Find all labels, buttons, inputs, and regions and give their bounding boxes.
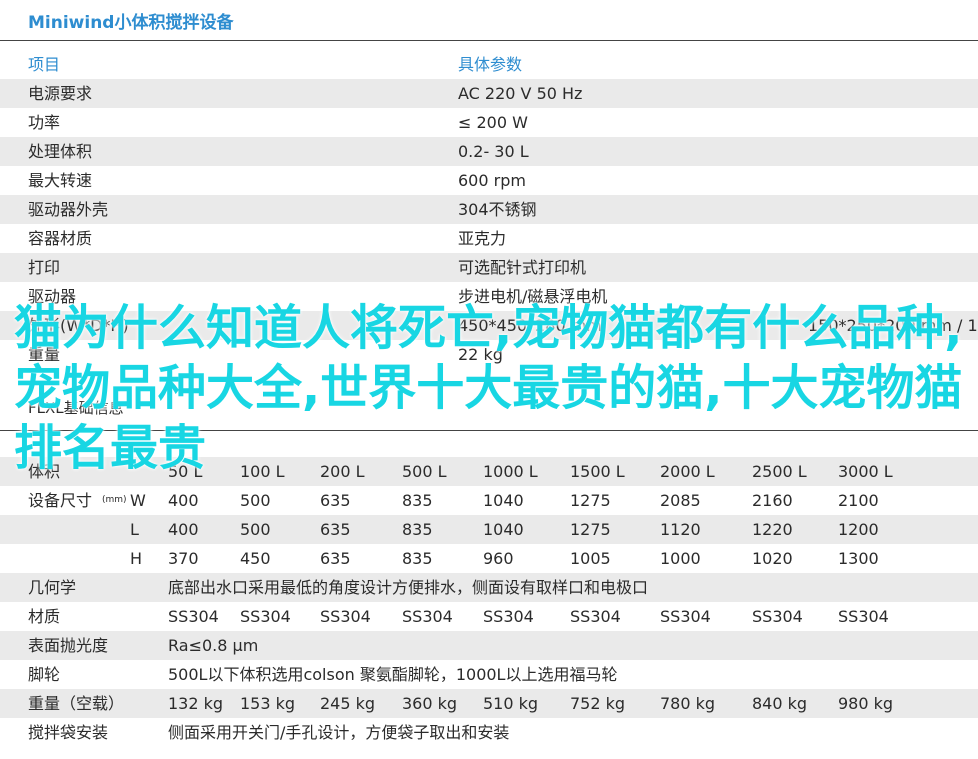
table-cell: 780 kg	[660, 694, 716, 713]
table-cell: SS304	[838, 607, 889, 626]
divider	[0, 40, 978, 41]
row-value: Ra≤0.8 µm	[168, 636, 259, 655]
table-cell: 510 kg	[483, 694, 539, 713]
row-label: 搅拌袋安装	[28, 723, 109, 742]
table-cell: SS304	[483, 607, 534, 626]
row-label: 最大转速	[28, 171, 93, 190]
table-cell: 1275	[570, 520, 611, 539]
table-header-row: 项目 具体参数	[0, 50, 978, 79]
table-cell: 400	[168, 520, 199, 539]
row-value: 600 rpm	[458, 171, 526, 190]
column-header: 项目	[28, 55, 61, 74]
row-label: 功率	[28, 113, 61, 132]
table-row: 重量（空载） 132 kg 153 kg 245 kg 360 kg 510 kg 752 …	[0, 689, 978, 718]
table-cell: 1005	[570, 549, 611, 568]
table-cell: 635	[320, 491, 351, 510]
table-cell: 1275	[570, 491, 611, 510]
table-cell: SS304	[320, 607, 371, 626]
table-row: 表面抛光度 Ra≤0.8 µm	[0, 631, 978, 660]
table-cell: SS304	[240, 607, 291, 626]
table-cell: 980 kg	[838, 694, 894, 713]
table-row: 功率 ≤ 200 W	[0, 108, 978, 137]
table-cell: 1000	[660, 549, 701, 568]
table-row: L 400 500 635 835 1040 1275 1120 1220 1200	[0, 515, 978, 544]
table-cell: 400	[168, 491, 199, 510]
row-sublabel: W	[130, 491, 146, 510]
row-value: 304不锈钢	[458, 200, 537, 219]
table-row: 脚轮 500L以下体积选用colson 聚氨酯脚轮，1000L以上选用福马轮	[0, 660, 978, 689]
table-cell: 1220	[752, 520, 793, 539]
table-cell: 1020	[752, 549, 793, 568]
row-value: ≤ 200 W	[458, 113, 528, 132]
table-row: 驱动器外壳 304不锈钢	[0, 195, 978, 224]
row-value: AC 220 V 50 Hz	[458, 84, 583, 103]
row-sublabel: L	[130, 520, 139, 539]
table-cell: 1120	[660, 520, 701, 539]
row-label: 重量（空载）	[28, 694, 125, 713]
table-cell: 153 kg	[240, 694, 296, 713]
table-cell: 500	[240, 491, 271, 510]
row-value: 侧面采用开关门/手孔设计，方便袋子取出和安装	[168, 723, 510, 742]
row-label: 材质	[28, 607, 61, 626]
row-label: 脚轮	[28, 665, 61, 684]
table-row: 最大转速 600 rpm	[0, 166, 978, 195]
row-label: 打印	[28, 258, 61, 277]
table-row: 处理体积 0.2- 30 L	[0, 137, 978, 166]
column-header: 具体参数	[458, 55, 523, 74]
table-row: 材质 SS304 SS304 SS304 SS304 SS304 SS304 SS304 SS3…	[0, 602, 978, 631]
row-unit: (mm)	[102, 495, 127, 505]
row-label: 处理体积	[28, 142, 93, 161]
table-cell: SS304	[402, 607, 453, 626]
table-row: 设备尺寸 (mm) W 400 500 635 835 1040 1275 2085 2160 210…	[0, 486, 978, 515]
table-cell: SS304	[660, 607, 711, 626]
row-label: 驱动器外壳	[28, 200, 109, 219]
row-sublabel: H	[130, 549, 143, 568]
table-cell: 1200	[838, 520, 879, 539]
table-cell: 450	[240, 549, 271, 568]
table-cell: 2085	[660, 491, 701, 510]
table-cell: 360 kg	[402, 694, 458, 713]
table-cell: 635	[320, 549, 351, 568]
table-row: 打印 可选配针式打印机	[0, 253, 978, 282]
row-value: 底部出水口采用最低的角度设计方便排水，侧面设有取样口和电极口	[168, 578, 649, 597]
table-cell: SS304	[570, 607, 621, 626]
table-cell: 370	[168, 549, 199, 568]
row-value: 亚克力	[458, 229, 507, 248]
table-cell: SS304	[168, 607, 219, 626]
table-cell: 752 kg	[570, 694, 626, 713]
row-label: 几何学	[28, 578, 77, 597]
table-row: 容器材质 亚克力	[0, 224, 978, 253]
row-value: 0.2- 30 L	[458, 142, 529, 161]
row-label: 电源要求	[28, 84, 93, 103]
table-cell: 245 kg	[320, 694, 376, 713]
table-cell: SS304	[752, 607, 803, 626]
table-cell: 835	[402, 549, 433, 568]
row-label: 设备尺寸	[28, 491, 93, 510]
table-row: 搅拌袋安装 侧面采用开关门/手孔设计，方便袋子取出和安装	[0, 718, 978, 747]
table-cell: 132 kg	[168, 694, 224, 713]
table-cell: 2160	[752, 491, 793, 510]
table-cell: 1300	[838, 549, 879, 568]
row-label: 表面抛光度	[28, 636, 109, 655]
table-cell: 835	[402, 520, 433, 539]
row-value: 500L以下体积选用colson 聚氨酯脚轮，1000L以上选用福马轮	[168, 665, 618, 684]
table-cell: 635	[320, 520, 351, 539]
table-row: H 370 450 635 835 960 1005 1000 1020 1300	[0, 544, 978, 573]
table-row: 几何学 底部出水口采用最低的角度设计方便排水，侧面设有取样口和电极口	[0, 573, 978, 602]
table-cell: 840 kg	[752, 694, 808, 713]
page-title: Miniwind小体积搅拌设备	[28, 13, 234, 33]
table-row: 电源要求 AC 220 V 50 Hz	[0, 79, 978, 108]
table-cell: 835	[402, 491, 433, 510]
table-cell: 960	[483, 549, 514, 568]
row-label: 容器材质	[28, 229, 93, 248]
table-cell: 1040	[483, 520, 524, 539]
row-value: 可选配针式打印机	[458, 258, 587, 277]
table-cell: 500	[240, 520, 271, 539]
table-cell: 1040	[483, 491, 524, 510]
table-cell: 2100	[838, 491, 879, 510]
overlay-caption: 猫为什么知道人将死亡,宠物猫都有什么品种,宠物品种大全,世界十大最贵的猫,十大宠…	[14, 300, 963, 476]
